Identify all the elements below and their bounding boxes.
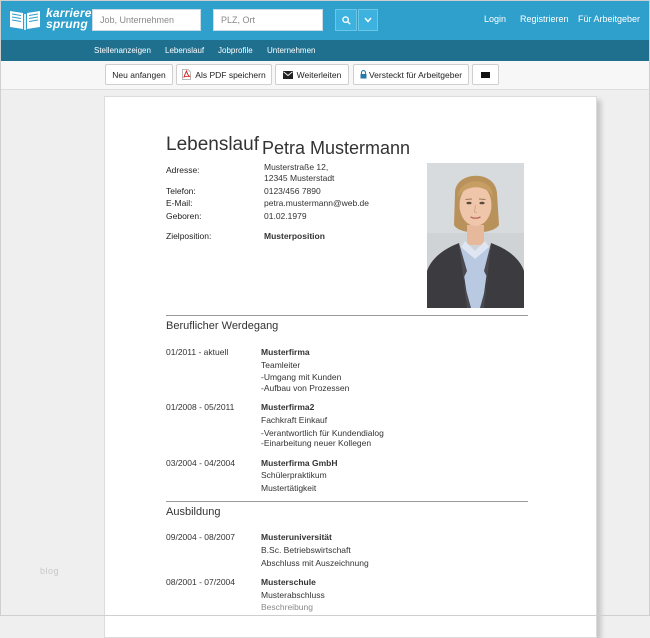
new-start-button[interactable]: Neu anfangen xyxy=(105,64,173,85)
career-company: Musterfirma xyxy=(261,347,310,357)
education-section-title: Ausbildung xyxy=(166,506,221,518)
chevron-down-icon xyxy=(364,17,372,23)
book-logo-icon xyxy=(10,11,40,30)
career-detail: Fachkraft Einkauf xyxy=(261,415,328,425)
nav-item-stellenanzeigen[interactable]: Stellenanzeigen xyxy=(94,46,151,55)
education-detail: Beschreibung xyxy=(261,602,313,612)
career-detail: Mustertätigkeit xyxy=(261,483,317,493)
logo[interactable]: karriere sprung xyxy=(8,7,92,31)
career-detail: -Verantwortlich für Kundendialog xyxy=(261,428,384,438)
forward-button[interactable]: Weiterleiten xyxy=(275,64,349,85)
career-section-title: Beruflicher Werdegang xyxy=(166,320,279,332)
career-period: 01/2008 - 05/2011 xyxy=(166,402,235,412)
career-detail: Teamleiter xyxy=(261,360,301,370)
education-school: Musterschule xyxy=(261,577,316,587)
job-search-input[interactable] xyxy=(92,9,201,31)
education-detail: Abschluss mit Auszeichnung xyxy=(261,558,369,568)
career-divider xyxy=(166,315,528,316)
born-label: Geboren: xyxy=(166,211,202,221)
top-header: karriere sprung Login Registrieren Für A… xyxy=(0,0,650,40)
career-detail: -Umgang mit Kunden xyxy=(261,372,342,382)
career-company: Musterfirma GmbH xyxy=(261,458,338,468)
search-icon xyxy=(341,15,351,25)
career-detail: Schülerpraktikum xyxy=(261,470,327,480)
nav-item-unternehmen[interactable]: Unternehmen xyxy=(267,46,315,55)
forward-label: Weiterleiten xyxy=(296,69,342,80)
career-period: 01/2011 - aktuell xyxy=(166,347,229,357)
envelope-icon xyxy=(282,70,293,79)
nav-item-jobprofile[interactable]: Jobprofile xyxy=(218,46,253,55)
career-company: Musterfirma2 xyxy=(261,402,315,412)
profile-photo xyxy=(427,163,524,308)
cv-name: Petra Mustermann xyxy=(262,138,411,158)
education-period: 08/2001 - 07/2004 xyxy=(166,577,236,587)
education-detail: B.Sc. Betriebswirtschaft xyxy=(261,545,351,555)
address-line2: 12345 Musterstadt xyxy=(264,173,335,183)
flag-icon xyxy=(481,71,490,78)
search-button[interactable] xyxy=(335,9,357,31)
nav-item-lebenslauf[interactable]: Lebenslauf xyxy=(165,46,204,55)
phone-label: Telefon: xyxy=(166,186,196,196)
email-value: petra.mustermann@web.de xyxy=(264,198,370,208)
flag-button[interactable] xyxy=(472,64,499,85)
address-label: Adresse: xyxy=(166,165,200,175)
logo-text-sprung: sprung xyxy=(46,17,88,31)
career-detail: -Aufbau von Prozessen xyxy=(261,383,350,393)
education-divider xyxy=(166,501,528,502)
pdf-icon xyxy=(182,69,192,80)
cv-heading: Lebenslauf xyxy=(166,134,259,155)
sub-navigation: Stellenanzeigen Lebenslauf Jobprofile Un… xyxy=(0,40,650,61)
target-position-label: Zielposition: xyxy=(166,231,212,241)
save-pdf-label: Als PDF speichern xyxy=(195,69,266,80)
hidden-from-employers-button[interactable]: Versteckt für Arbeitgeber xyxy=(353,64,469,85)
location-input[interactable] xyxy=(213,9,323,31)
education-detail: Musterabschluss xyxy=(261,590,325,600)
career-detail: -Einarbeitung neuer Kollegen xyxy=(261,438,372,448)
employer-link[interactable]: Für Arbeitgeber xyxy=(578,14,640,24)
address-line1: Musterstraße 12, xyxy=(264,162,329,172)
hidden-label: Versteckt für Arbeitgeber xyxy=(368,69,463,80)
career-period: 03/2004 - 04/2004 xyxy=(166,458,236,468)
save-pdf-button[interactable]: Als PDF speichern xyxy=(176,64,272,85)
cv-document: Lebenslauf Petra Mustermann Adresse: Mus… xyxy=(104,96,597,638)
email-label: E-Mail: xyxy=(166,198,193,208)
search-options-button[interactable] xyxy=(358,9,378,31)
blog-watermark: blog xyxy=(40,566,60,576)
education-school: Musteruniversität xyxy=(261,532,332,542)
target-position-value: Musterposition xyxy=(264,231,325,241)
born-value: 01.02.1979 xyxy=(264,211,307,221)
education-period: 09/2004 - 08/2007 xyxy=(166,532,236,542)
profile-photo-image xyxy=(427,163,524,308)
register-link[interactable]: Registrieren xyxy=(520,14,569,24)
lock-icon xyxy=(360,70,367,79)
new-start-label: Neu anfangen xyxy=(112,69,166,80)
login-link[interactable]: Login xyxy=(484,14,506,24)
phone-value: 0123/456 7890 xyxy=(264,186,321,196)
document-toolbar: Neu anfangen Als PDF speichern Weiterlei… xyxy=(0,61,650,90)
